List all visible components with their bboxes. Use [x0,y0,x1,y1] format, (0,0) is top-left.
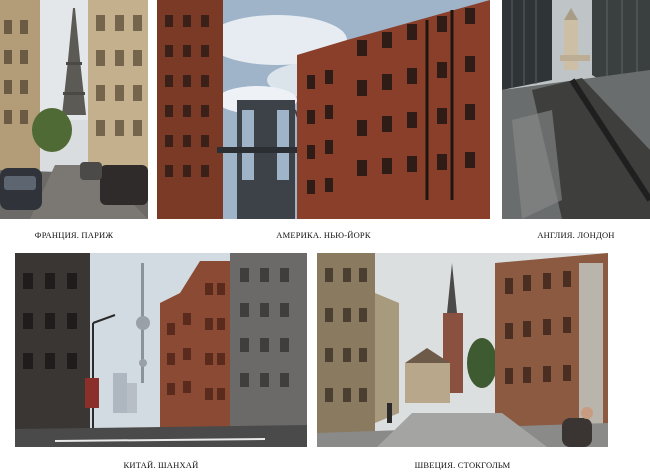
caption-paris: ФРАНЦИЯ. ПАРИЖ [34,230,114,240]
photo-shanghai [15,253,307,447]
caption-stockholm: ШВЕЦИЯ. СТОКГОЛЬМ [414,460,511,470]
photo-newyork [157,0,490,219]
photo-stockholm [317,253,608,447]
caption-london: АНГЛИЯ. ЛОНДОН [537,230,615,240]
caption-newyork: АМЕРИКА. НЬЮ-ЙОРК [276,230,371,240]
photo-london [502,0,650,219]
caption-shanghai: КИТАЙ. ШАНХАЙ [123,460,199,470]
photo-paris [0,0,148,219]
